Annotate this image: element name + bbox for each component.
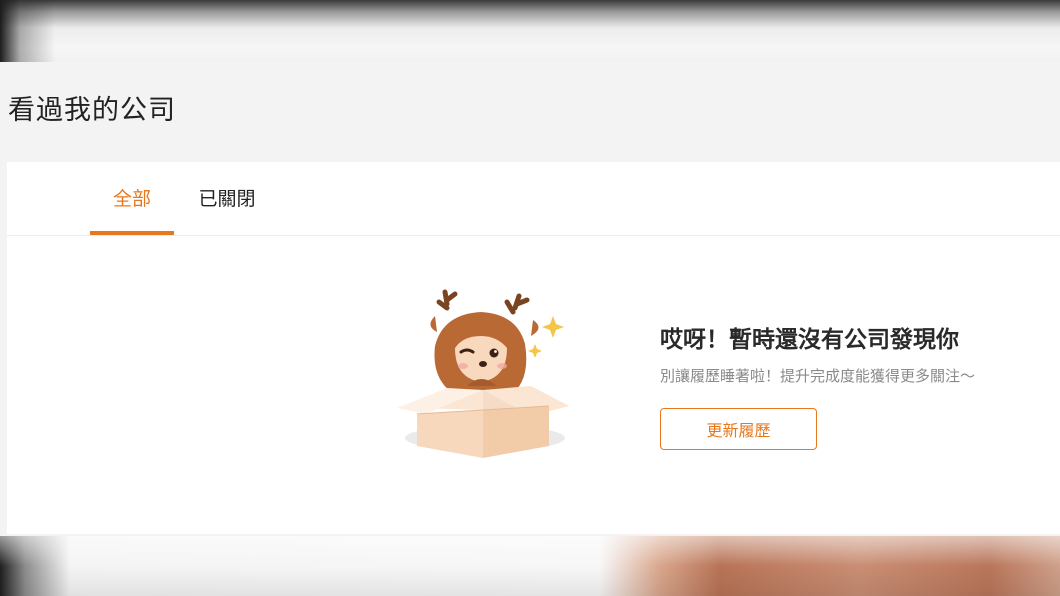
- banner-edge-shadow: [0, 0, 60, 62]
- tab-closed[interactable]: 已關閉: [187, 184, 267, 235]
- deer-in-box-illustration: [397, 289, 569, 458]
- content-card: 全部 已關閉 哎呀！暫時還沒有公司發現你 別讓履歷睡著啦！提升完成度能獲得更多關…: [7, 162, 1060, 534]
- empty-state-title: 哎呀！暫時還沒有公司發現你: [660, 327, 959, 353]
- tab-all[interactable]: 全部: [90, 184, 174, 235]
- page-title: 看過我的公司: [8, 95, 176, 126]
- banner-fade: [0, 536, 1060, 596]
- empty-state: 哎呀！暫時還沒有公司發現你 別讓履歷睡著啦！提升完成度能獲得更多關注～ 更新履歷: [7, 236, 1060, 534]
- blurred-bottom-banner: [0, 536, 1060, 596]
- blurred-top-banner: [0, 0, 1060, 62]
- empty-state-subtitle: 別讓履歷睡著啦！提升完成度能獲得更多關注～: [660, 367, 976, 385]
- tab-bar: 全部 已關閉: [7, 162, 1060, 236]
- update-resume-button[interactable]: 更新履歷: [660, 408, 817, 450]
- page-container: 看過我的公司 全部 已關閉 哎呀！暫時還沒有公司發現你 別讓履歷睡著啦！提升完成…: [0, 62, 1060, 536]
